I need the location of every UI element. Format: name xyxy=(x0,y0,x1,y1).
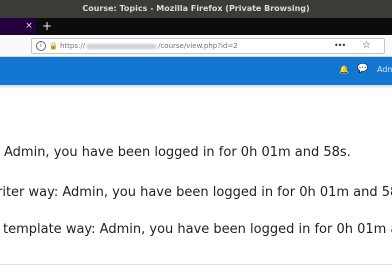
notifications-bell-icon[interactable]: 🔔 xyxy=(339,65,349,74)
url-bar[interactable]: i 🔒 https:// /course/view.php?id=2 ••• ☆ xyxy=(31,38,385,54)
divider xyxy=(0,264,392,265)
login-message-2: riter way: Admin, you have been logged i… xyxy=(0,185,392,200)
login-message-1: Admin, you have been logged in for 0h 01… xyxy=(4,145,351,160)
tab-close-icon[interactable]: × xyxy=(23,18,35,35)
url-prefix: https:// xyxy=(60,42,86,50)
login-message-3: template way: Admin, you have been logge… xyxy=(3,222,392,237)
navigation-bar: i 🔒 https:// /course/view.php?id=2 ••• ☆ xyxy=(0,35,392,57)
tab-strip: × + xyxy=(0,18,392,35)
app-header: 🔔 💬 Adm xyxy=(0,57,392,85)
new-tab-icon[interactable]: + xyxy=(40,18,54,35)
header-shadow xyxy=(0,85,392,89)
user-menu[interactable]: Adm xyxy=(377,65,392,74)
lock-icon: 🔒 xyxy=(49,42,58,50)
url-path: /course/view.php?id=2 xyxy=(158,42,238,50)
tab-active[interactable]: × xyxy=(0,18,36,35)
url-redacted-host xyxy=(86,43,158,49)
page-actions-icon[interactable]: ••• xyxy=(334,39,346,53)
site-info-icon[interactable]: i xyxy=(36,41,46,51)
url-text[interactable]: https:// /course/view.php?id=2 xyxy=(60,39,238,53)
messages-chat-icon[interactable]: 💬 xyxy=(357,64,368,74)
bookmark-star-icon[interactable]: ☆ xyxy=(362,39,371,52)
window-title: Course: Topics - Mozilla Firefox (Privat… xyxy=(0,0,392,18)
